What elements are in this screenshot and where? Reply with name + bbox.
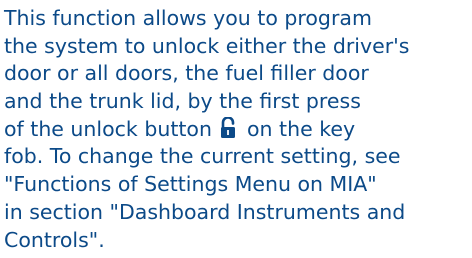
paragraph-line-5-start: of the unlock button xyxy=(4,116,212,141)
paragraph-line-8: in section "Dashboard Instruments and xyxy=(4,199,406,224)
paragraph-line-6: fob. To change the current setting, see xyxy=(4,144,401,169)
paragraph-line-1: This function allows you to program xyxy=(4,6,372,30)
paragraph-line-5-end: on the key xyxy=(247,116,356,141)
instruction-paragraph: This function allows you to program the … xyxy=(4,5,466,254)
paragraph-line-2: the system to unlock either the driver's xyxy=(4,33,410,58)
paragraph-line-4: and the trunk lid, by the first press xyxy=(4,89,361,114)
paragraph-line-9: Controls". xyxy=(4,227,105,252)
unlock-padlock-icon xyxy=(220,116,238,139)
paragraph-line-3: door or all doors, the fuel filler door xyxy=(4,61,369,86)
paragraph-line-5: of the unlock button on the key xyxy=(4,116,466,144)
paragraph-line-7: "Functions of Settings Menu on MIA" xyxy=(4,172,377,197)
